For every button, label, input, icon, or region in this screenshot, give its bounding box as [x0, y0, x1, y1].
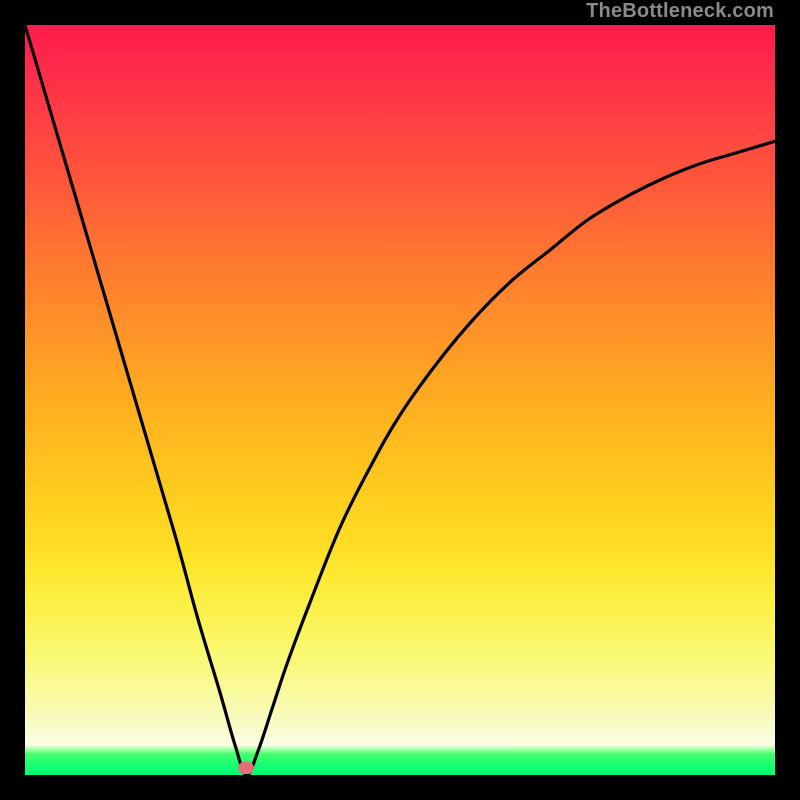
bottleneck-curve-path	[25, 25, 775, 775]
watermark-text: TheBottleneck.com	[586, 0, 774, 23]
curve-svg	[25, 25, 775, 775]
optimum-marker	[238, 762, 254, 774]
plot-area	[25, 25, 775, 775]
chart-frame: TheBottleneck.com	[0, 0, 800, 800]
